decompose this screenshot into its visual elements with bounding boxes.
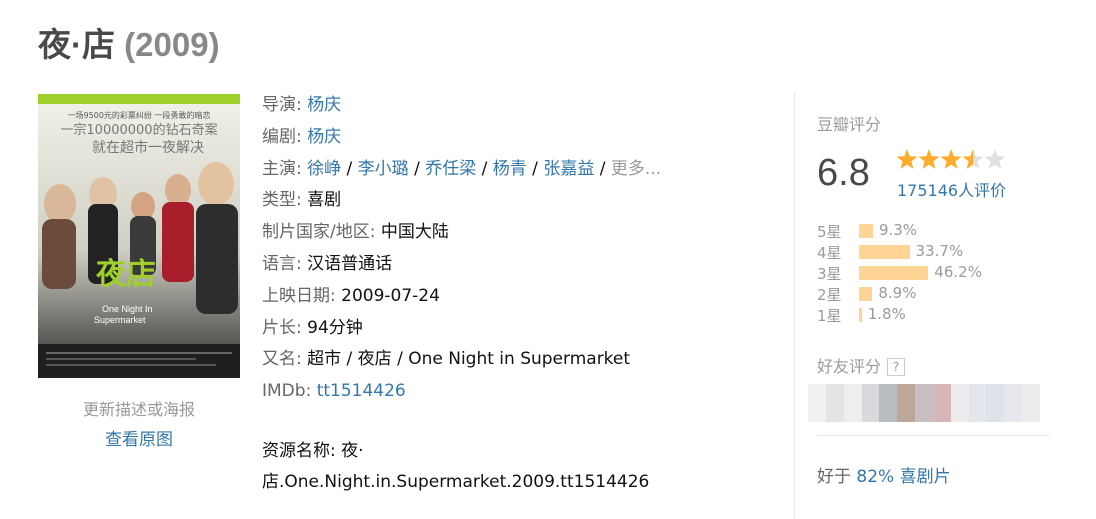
release-row: 上映日期: 2009-07-24 [262, 285, 440, 306]
language-row: 语言: 汉语普通话 [262, 253, 393, 274]
rating-row-label: 1星 [817, 307, 842, 325]
cast-link[interactable]: 杨青 [493, 159, 527, 179]
writer-row: 编剧: 杨庆 [262, 126, 342, 147]
star-icon [918, 149, 940, 169]
country-label: 制片国家/地区 [262, 222, 370, 243]
page-title: 夜·店 (2009) [38, 22, 220, 68]
rating-votes-link[interactable]: 175146人评价 [897, 177, 1006, 201]
cast-link[interactable]: 徐峥 [307, 159, 341, 179]
aka-value: 超市 / 夜店 / One Night in Supermarket [307, 349, 631, 370]
better-than: 好于 82% 喜剧片 [817, 462, 951, 487]
movie-info: 导演: 杨庆 编剧: 杨庆 主演: 徐峥 / 李小璐 / 乔任梁 / 杨青 / … [262, 90, 782, 408]
director-link[interactable]: 杨庆 [307, 95, 341, 115]
section-divider [794, 92, 795, 519]
rating-percent: 1.8% [867, 305, 906, 323]
rating-row-1: 1星 1.8% [817, 304, 1047, 325]
update-poster-link[interactable]: 更新描述或海报 [38, 396, 240, 420]
cast-link[interactable]: 李小璐 [358, 159, 409, 179]
rating-stars [896, 148, 1010, 170]
cast-row: 主演: 徐峥 / 李小璐 / 乔任梁 / 杨青 / 张嘉益 / 更多... [262, 158, 662, 179]
rating-percent: 33.7% [915, 242, 964, 260]
language-value: 汉语普通话 [307, 253, 393, 274]
star-rating-icon [896, 149, 1006, 169]
movie-poster[interactable]: 一场9500元的彩票纠纷 一段勇敢的暗恋 一宗10000000的钻石奇案 就在超… [38, 94, 240, 378]
rating-percent: 9.3% [878, 221, 918, 239]
help-icon[interactable]: ? [887, 358, 906, 376]
rating-bar [859, 308, 862, 322]
imdb-link[interactable]: tt1514426 [317, 381, 406, 401]
friend-rating-label: 好友评分 [817, 357, 882, 376]
rating-bar [859, 287, 873, 301]
runtime-row: 片长: 94分钟 [262, 317, 363, 338]
rating-row-label: 4星 [817, 244, 842, 262]
better-than-link[interactable]: 82% 喜剧片 [856, 467, 950, 487]
writer-link[interactable]: 杨庆 [307, 127, 341, 147]
genre-label: 类型 [262, 190, 296, 211]
poster-title-cn: 夜店 [95, 257, 156, 292]
view-original-link[interactable]: 查看原图 [38, 425, 240, 450]
rating-bar [859, 266, 929, 280]
resource-label: 资源名称: [262, 441, 336, 461]
cast-label: 主演 [262, 158, 296, 179]
star-icon [940, 149, 962, 169]
better-prefix: 好于 [817, 467, 851, 487]
cast-link[interactable]: 张嘉益 [543, 159, 594, 179]
cast-more-link[interactable]: 更多... [611, 159, 661, 179]
release-value: 2009-07-24 [341, 285, 440, 306]
star-icon [896, 149, 918, 169]
rating-score: 6.8 [817, 152, 870, 194]
runtime-value: 94分钟 [307, 317, 363, 338]
rating-row-label: 3星 [817, 265, 842, 283]
runtime-label: 片长 [262, 317, 296, 338]
rating-row-5: 5星 9.3% [817, 220, 1047, 241]
writer-label: 编剧 [262, 126, 296, 147]
poster-image: 一场9500元的彩票纠纷 一段勇敢的暗恋 一宗10000000的钻石奇案 就在超… [38, 94, 240, 378]
poster-tagline-1: 一场9500元的彩票纠纷 一段勇敢的暗恋 [68, 110, 211, 120]
rating-title: 豆瓣评分 [817, 115, 882, 134]
rating-row-label: 5星 [817, 223, 842, 241]
rating-percent: 46.2% [934, 263, 982, 281]
resource-name: 资源名称: 夜·店.One.Night.in.Supermarket.2009.… [262, 436, 732, 498]
imdb-label: IMDb [262, 381, 306, 402]
rating-row-3: 3星 46.2% [817, 262, 1047, 283]
country-row: 制片国家/地区: 中国大陆 [262, 222, 449, 243]
rating-row-4: 4星 33.7% [817, 241, 1047, 262]
poster-tagline-3: 就在超市一夜解决 [92, 139, 204, 156]
rating-distribution: 5星 9.3% 4星 33.7% 3星 46.2% 2星 8.9% 1星 1.8% [817, 220, 1047, 325]
imdb-row: IMDb: tt1514426 [262, 381, 406, 402]
movie-year: (2009) [124, 26, 220, 63]
language-label: 语言 [262, 253, 296, 274]
poster-tagline-2: 一宗10000000的钻石奇案 [60, 122, 217, 138]
movie-title: 夜·店 [38, 26, 115, 63]
director-row: 导演: 杨庆 [262, 95, 342, 115]
rating-percent: 8.9% [878, 284, 917, 302]
rating-divider [817, 435, 1050, 436]
aka-row: 又名: 超市 / 夜店 / One Night in Supermarket [262, 349, 631, 370]
poster-title-en-2: Supermarket [94, 315, 146, 325]
aka-label: 又名 [262, 349, 296, 370]
cast-link[interactable]: 乔任梁 [425, 159, 476, 179]
friend-rating-title: 好友评分? [817, 353, 906, 377]
star-icon [984, 149, 1006, 169]
friend-avatars-blurred [808, 384, 1040, 422]
rating-row-label: 2星 [817, 286, 842, 304]
genre-row: 类型: 喜剧 [262, 190, 342, 211]
rating-bar [859, 245, 910, 259]
director-label: 导演 [262, 95, 296, 115]
release-label: 上映日期 [262, 285, 330, 306]
country-value: 中国大陆 [380, 222, 449, 243]
rating-row-2: 2星 8.9% [817, 283, 1047, 304]
rating-bar [859, 224, 873, 238]
star-icon [962, 149, 984, 169]
poster-title-en-1: One Night In [102, 304, 153, 314]
genre-value: 喜剧 [307, 190, 342, 211]
